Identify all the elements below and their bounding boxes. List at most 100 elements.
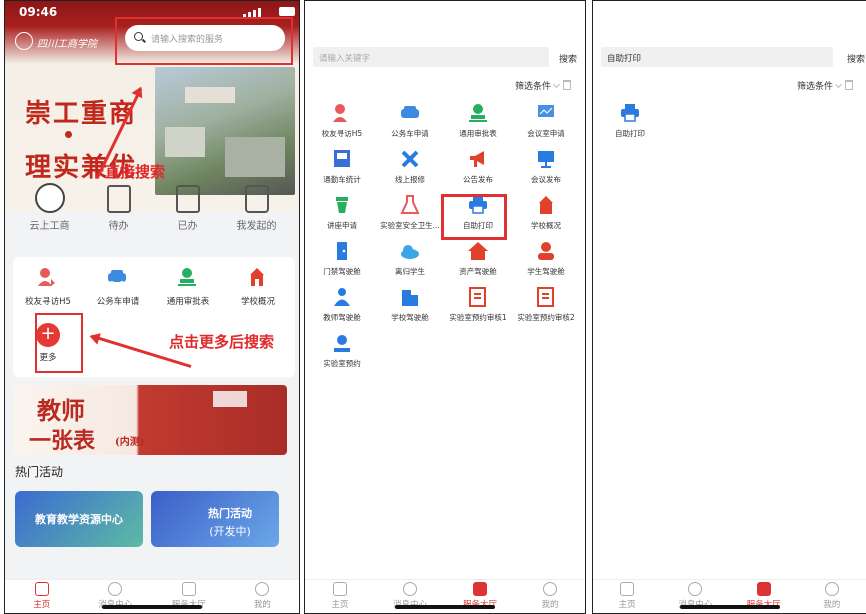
home-icon bbox=[620, 582, 635, 596]
car-icon bbox=[106, 267, 130, 291]
service-school-info[interactable]: 学校概况 bbox=[513, 195, 579, 231]
search-button[interactable]: 搜索 bbox=[847, 52, 865, 65]
lab-booking-icon bbox=[331, 333, 353, 353]
lab-review-icon bbox=[535, 287, 557, 307]
service-bus-stats[interactable]: 通勤车统计 bbox=[309, 149, 375, 185]
service-door-cockpit[interactable]: 门禁驾驶舱 bbox=[309, 241, 375, 277]
service-approval[interactable]: 通用审批表 bbox=[445, 103, 511, 139]
tab-label: 主页 bbox=[331, 600, 349, 610]
quick-item-label: 已办 bbox=[177, 221, 198, 232]
service-self-print[interactable]: 自助打印 bbox=[597, 103, 663, 139]
service-car[interactable]: 公务车申请 bbox=[377, 103, 443, 139]
service-meeting-room[interactable]: 会议室申请 bbox=[513, 103, 579, 139]
computer-icon bbox=[213, 391, 247, 407]
lab-review-icon bbox=[467, 287, 489, 307]
school-building-icon bbox=[535, 195, 557, 215]
service-label: 离归学生 bbox=[395, 267, 425, 276]
service-label: 校友寻访H5 bbox=[25, 297, 71, 307]
service-label: 门禁驾驶舱 bbox=[323, 267, 361, 276]
hot-card-resources[interactable]: 教育教学资源中心 bbox=[15, 491, 143, 547]
service-student-cockpit[interactable]: 学生驾驶舱 bbox=[513, 241, 579, 277]
filter-conditions[interactable]: 筛选条件 bbox=[515, 79, 571, 92]
home-icon bbox=[34, 582, 49, 596]
flask-icon bbox=[399, 195, 421, 215]
service-label: 实验室预约 bbox=[323, 359, 361, 368]
service-teacher-cockpit[interactable]: 教师驾驶舱 bbox=[309, 287, 375, 323]
tab-home[interactable]: 主页 bbox=[593, 582, 661, 610]
chevron-down-icon bbox=[552, 80, 561, 89]
tab-profile[interactable]: 我的 bbox=[515, 582, 585, 610]
service-label: 学校驾驶舱 bbox=[391, 313, 429, 322]
service-label: 学校概况 bbox=[240, 297, 275, 307]
todo-doc-icon bbox=[106, 185, 131, 213]
bus-stats-icon bbox=[331, 149, 353, 169]
quick-item-done[interactable]: 已办 bbox=[153, 181, 222, 232]
trash-icon bbox=[563, 80, 571, 90]
hot-card-resources-label: 教育教学资源中心 bbox=[35, 513, 123, 526]
alumni-icon bbox=[331, 103, 353, 123]
home-indicator bbox=[102, 605, 202, 609]
service-returning-students[interactable]: 离归学生 bbox=[377, 241, 443, 277]
service-alumni[interactable]: 校友寻访H5 bbox=[13, 267, 83, 307]
tab-home[interactable]: 主页 bbox=[305, 582, 375, 610]
service-lab-booking[interactable]: 实验室预约 bbox=[309, 333, 375, 369]
initiated-icon bbox=[244, 185, 269, 213]
tab-profile[interactable]: 我的 bbox=[226, 582, 300, 610]
car-icon bbox=[399, 103, 421, 123]
service-announcement[interactable]: 公告发布 bbox=[445, 149, 511, 185]
annotation-click-more: 点击更多后搜索 bbox=[169, 333, 275, 351]
hot-card-activities[interactable]: 热门活动 (开发中) bbox=[151, 491, 279, 547]
home-icon bbox=[333, 582, 347, 596]
service-lecture[interactable]: 讲座申请 bbox=[309, 195, 375, 231]
service-label: 会议发布 bbox=[531, 175, 561, 184]
school-seal-icon bbox=[15, 32, 33, 50]
printer-icon bbox=[619, 103, 641, 123]
presentation-icon bbox=[535, 149, 557, 169]
bottom-tab-bar: 主页 消息中心 服务大厅 我的 bbox=[593, 579, 866, 613]
approval-stamp-icon bbox=[176, 267, 200, 291]
done-doc-icon bbox=[175, 185, 200, 213]
tab-label: 主页 bbox=[618, 600, 636, 610]
keyword-search-input[interactable]: 请输入关键字 bbox=[313, 47, 549, 67]
service-car[interactable]: 公务车申请 bbox=[83, 267, 153, 307]
user-icon bbox=[543, 582, 557, 596]
service-label: 讲座申请 bbox=[327, 221, 357, 230]
quick-item-cloud[interactable]: 云上工商 bbox=[15, 181, 84, 232]
lectern-icon bbox=[331, 195, 353, 215]
service-label: 线上报修 bbox=[395, 175, 425, 184]
service-label: 公务车申请 bbox=[96, 297, 140, 307]
approval-stamp-icon bbox=[467, 103, 489, 123]
home-indicator bbox=[395, 605, 495, 609]
grid-icon bbox=[756, 582, 771, 596]
service-label: 会议室申请 bbox=[527, 129, 565, 138]
user-icon bbox=[255, 582, 270, 596]
quick-item-todo[interactable]: 待办 bbox=[84, 181, 153, 232]
filter-conditions[interactable]: 筛选条件 bbox=[797, 79, 854, 92]
battery-icon bbox=[279, 7, 295, 16]
service-alumni[interactable]: 校友寻访H5 bbox=[309, 103, 375, 139]
service-repair[interactable]: 线上报修 bbox=[377, 149, 443, 185]
status-time: 09:46 bbox=[19, 5, 58, 19]
service-meeting-publish[interactable]: 会议发布 bbox=[513, 149, 579, 185]
service-label: 通用审批表 bbox=[166, 297, 210, 307]
keyword-search-input[interactable]: 自助打印 bbox=[601, 47, 833, 67]
quick-item-initiated[interactable]: 我发起的 bbox=[222, 181, 291, 232]
service-school-cockpit[interactable]: 学校驾驶舱 bbox=[377, 287, 443, 323]
service-label: 实验室预约审核2 bbox=[517, 313, 575, 322]
service-asset-cockpit[interactable]: 资产驾驶舱 bbox=[445, 241, 511, 277]
banner-suffix: (内测) bbox=[115, 437, 145, 448]
service-label: 学生驾驶舱 bbox=[527, 267, 565, 276]
service-lab-review-2[interactable]: 实验室预约审核2 bbox=[513, 287, 579, 323]
cloud-icon bbox=[399, 241, 421, 261]
service-lab-safety[interactable]: 实验室安全卫生... bbox=[377, 195, 443, 231]
tab-home[interactable]: 主页 bbox=[5, 582, 79, 610]
service-lab-review-1[interactable]: 实验室预约审核1 bbox=[445, 287, 511, 323]
search-button[interactable]: 搜索 bbox=[559, 52, 577, 65]
tab-profile[interactable]: 我的 bbox=[798, 582, 866, 610]
service-school-info[interactable]: 学校概况 bbox=[223, 267, 293, 307]
home-indicator bbox=[679, 605, 780, 609]
teacher-form-banner[interactable]: 教师 一张表 (内测) bbox=[13, 385, 287, 455]
service-approval[interactable]: 通用审批表 bbox=[153, 267, 223, 307]
door-icon bbox=[331, 241, 353, 261]
search-result-panel: 自助打印 搜索 筛选条件 自助打印 主页 消息中心 服务大厅 我的 bbox=[592, 0, 866, 614]
